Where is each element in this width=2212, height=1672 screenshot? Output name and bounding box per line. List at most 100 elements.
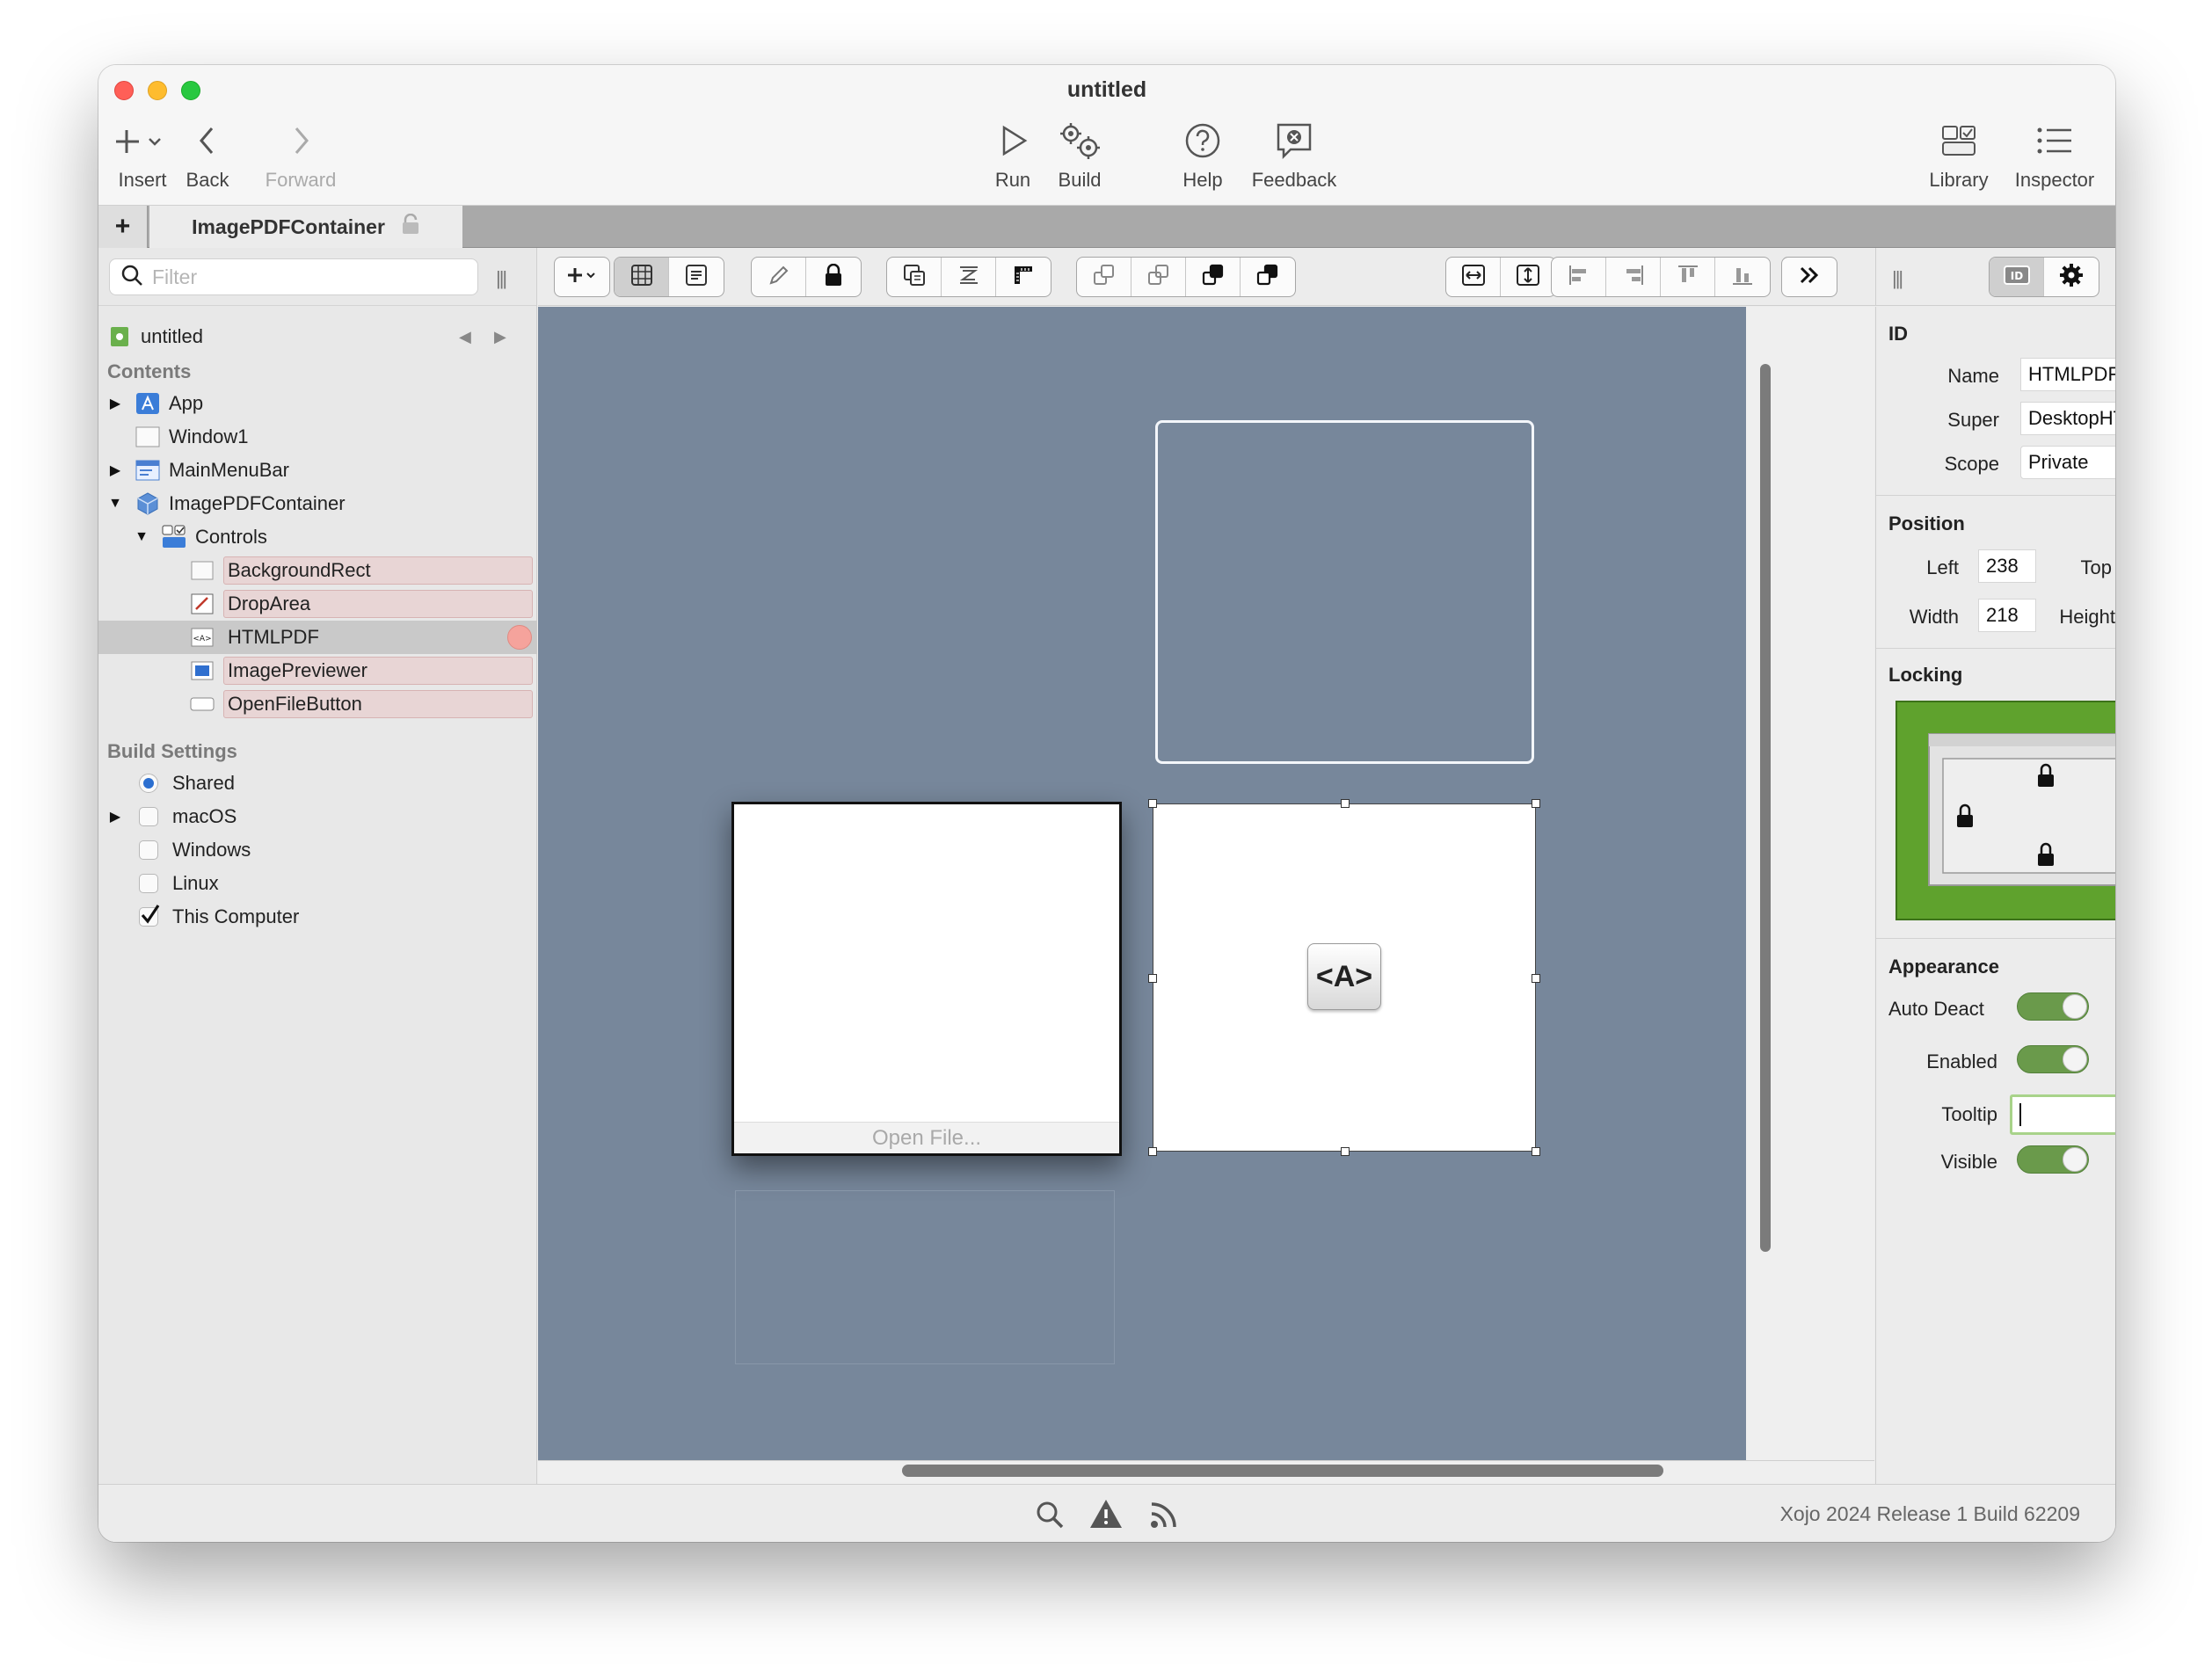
locking-widget[interactable] <box>1895 701 2115 920</box>
insert-button[interactable]: Insert <box>107 118 178 192</box>
grid-view-button[interactable] <box>615 258 669 296</box>
name-field[interactable]: HTMLPDF <box>2020 358 2115 391</box>
tab-imagepdfcontainer[interactable]: ImagePDFContainer <box>149 206 462 248</box>
split-handle-icon[interactable]: ||| <box>496 267 507 290</box>
checkbox[interactable] <box>139 840 158 860</box>
enabled-toggle[interactable] <box>2017 1045 2089 1073</box>
chevron-right-icon <box>257 118 345 164</box>
filter-row: ||| <box>98 248 536 306</box>
align-left-button[interactable] <box>1552 258 1606 296</box>
layout-canvas[interactable] <box>538 307 1746 1460</box>
feedback-button[interactable]: Feedback <box>1233 118 1356 192</box>
disclosure-collapsed-icon[interactable]: ▶ <box>107 808 123 825</box>
nav-back-arrow-icon[interactable]: ◀ <box>459 328 471 346</box>
visible-label: Visible <box>1940 1151 1997 1173</box>
resize-handle[interactable] <box>1341 799 1350 808</box>
checkbox[interactable] <box>139 807 158 826</box>
edit-mode-button[interactable] <box>752 258 806 296</box>
vertical-scrollbar[interactable] <box>1760 364 1771 1252</box>
advanced-settings-button[interactable] <box>2044 258 2099 296</box>
disclosure-collapsed-icon[interactable]: ▶ <box>107 395 123 412</box>
checkbox-checked[interactable] <box>139 905 160 927</box>
resize-handle[interactable] <box>1532 1147 1540 1156</box>
resize-handle[interactable] <box>1148 799 1157 808</box>
tree-label: Controls <box>195 526 267 548</box>
forward-button[interactable]: Forward <box>257 118 345 192</box>
run-button[interactable]: Run <box>978 118 1048 192</box>
same-width-button[interactable] <box>1446 258 1501 296</box>
inspector-button[interactable]: Inspector <box>2006 118 2103 192</box>
resize-handle[interactable] <box>1341 1147 1350 1156</box>
drop-area-control[interactable]: Open File... <box>731 802 1122 1156</box>
lock-icon[interactable] <box>401 213 420 240</box>
align-bottom-button[interactable] <box>1715 258 1770 296</box>
split-handle-icon[interactable]: ||| <box>1892 267 1903 290</box>
filter-box[interactable] <box>109 258 478 295</box>
warning-icon[interactable] <box>1088 1497 1124 1535</box>
tree-item-mainmenubar[interactable]: ▶ MainMenuBar <box>98 454 537 487</box>
auto-deact-toggle[interactable] <box>2017 992 2089 1021</box>
ruler-button[interactable] <box>996 258 1051 296</box>
super-field[interactable]: DesktopHTMLViewer <box>2020 402 2115 435</box>
lock-button[interactable] <box>806 258 861 296</box>
align-right-button[interactable] <box>1606 258 1661 296</box>
rss-feed-icon[interactable] <box>1148 1499 1180 1535</box>
id-properties-button[interactable]: ID <box>1990 258 2044 296</box>
tree-item-backgroundrect[interactable]: BackgroundRect <box>98 554 537 587</box>
background-rect-control[interactable] <box>1155 420 1534 764</box>
left-field[interactable]: 238 <box>1978 549 2036 583</box>
visible-toggle[interactable] <box>2017 1145 2089 1174</box>
disclosure-expanded-icon[interactable]: ▼ <box>107 496 123 512</box>
library-button[interactable]: Library <box>1915 118 2003 192</box>
filter-input[interactable] <box>152 265 451 289</box>
run-label: Run <box>994 169 1031 191</box>
disclosure-expanded-icon[interactable]: ▼ <box>134 529 149 545</box>
send-to-back-button[interactable] <box>1241 258 1295 296</box>
open-file-button-control[interactable]: Open File... <box>734 1122 1119 1153</box>
add-control-button[interactable] <box>555 258 609 296</box>
help-button[interactable]: Help <box>1168 118 1238 192</box>
pencil-icon <box>768 264 790 291</box>
bring-forward-button[interactable] <box>1077 258 1131 296</box>
send-backward-button[interactable] <box>1186 258 1241 296</box>
search-icon[interactable] <box>1034 1499 1066 1535</box>
disclosure-collapsed-icon[interactable]: ▶ <box>107 462 123 479</box>
resize-handle[interactable] <box>1532 974 1540 983</box>
image-previewer-control[interactable] <box>735 1190 1115 1364</box>
stacking-button[interactable] <box>942 258 996 296</box>
project-row[interactable]: untitled ◀ ▶ <box>98 320 537 353</box>
same-height-button[interactable] <box>1501 258 1555 296</box>
tooltip-field[interactable] <box>2010 1094 2115 1135</box>
build-target-windows[interactable]: Windows <box>98 833 537 867</box>
resize-handle[interactable] <box>1532 799 1540 808</box>
radio-selected-icon[interactable] <box>139 774 158 793</box>
tree-item-imagepreviewer[interactable]: ImagePreviewer <box>98 654 537 687</box>
back-button[interactable]: Back <box>179 118 236 192</box>
build-target-linux[interactable]: Linux <box>98 867 537 900</box>
more-tools-button[interactable] <box>1782 258 1837 296</box>
build-target-shared[interactable]: Shared <box>98 767 537 800</box>
width-field[interactable]: 218 <box>1978 599 2036 632</box>
nav-forward-arrow-icon[interactable]: ▶ <box>494 328 506 346</box>
build-target-this-computer[interactable]: This Computer <box>98 900 537 934</box>
bring-to-front-button[interactable] <box>1131 258 1186 296</box>
resize-handle[interactable] <box>1148 1147 1157 1156</box>
tree-item-openfilebutton[interactable]: OpenFileButton <box>98 687 537 721</box>
show-bounds-button[interactable] <box>887 258 942 296</box>
new-tab-button[interactable]: + <box>98 206 148 248</box>
tree-item-htmlpdf[interactable]: <A> HTMLPDF <box>98 621 537 654</box>
scope-select[interactable]: Private <box>2020 446 2115 479</box>
horizontal-scrollbar[interactable] <box>902 1465 1663 1477</box>
tree-item-controls[interactable]: ▼ Controls <box>98 520 537 554</box>
tab-order-button[interactable] <box>669 258 724 296</box>
build-target-macos[interactable]: ▶ macOS <box>98 800 537 833</box>
checkbox[interactable] <box>139 874 158 893</box>
resize-handle[interactable] <box>1148 974 1157 983</box>
tree-item-droparea[interactable]: DropArea <box>98 587 537 621</box>
build-button[interactable]: Build <box>1044 118 1115 192</box>
tree-item-window1[interactable]: Window1 <box>98 420 537 454</box>
tree-item-app[interactable]: ▶ App <box>98 387 537 420</box>
htmlpdf-control-selected[interactable]: <A> <box>1148 799 1540 1156</box>
tree-item-imagepdfcontainer[interactable]: ▼ ImagePDFContainer <box>98 487 537 520</box>
align-top-button[interactable] <box>1661 258 1715 296</box>
